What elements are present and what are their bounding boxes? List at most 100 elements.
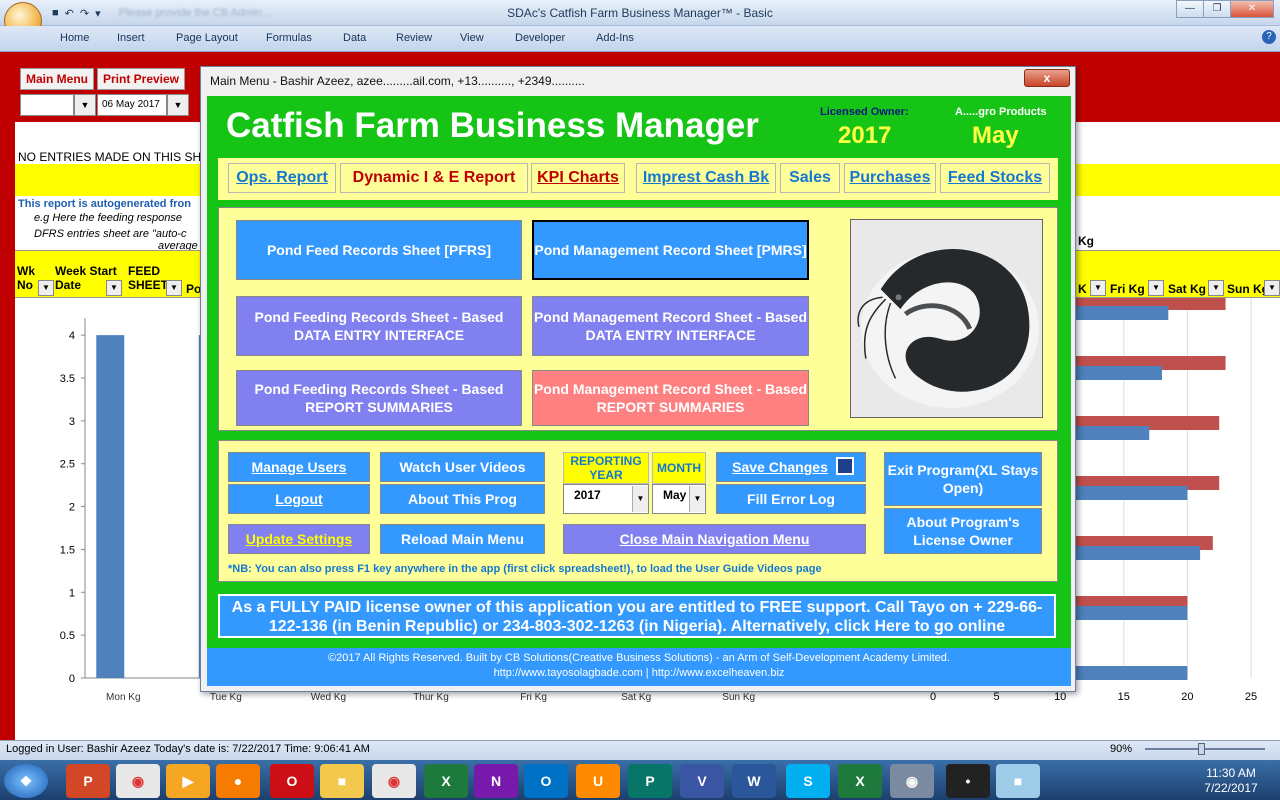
tab-data[interactable]: Data — [343, 32, 366, 44]
explorer-icon[interactable]: ■ — [320, 764, 364, 798]
tab-formulas[interactable]: Formulas — [266, 32, 312, 44]
about-owner-button[interactable]: About Program's License Owner — [884, 508, 1042, 554]
restore-icon[interactable]: ❐ — [1203, 0, 1231, 18]
zoom-level[interactable]: 90% — [1110, 743, 1132, 755]
filter-icon[interactable]: ▼ — [166, 280, 182, 296]
chevron-down-icon[interactable]: ▼ — [74, 94, 96, 116]
license-year: 2017 — [838, 122, 892, 149]
skype-icon[interactable]: S — [786, 764, 830, 798]
date-dropdown[interactable]: 06 May 2017 — [97, 94, 167, 116]
minimize-icon[interactable]: — — [1176, 0, 1204, 18]
header-sat: Sat Kg — [1168, 282, 1207, 296]
start-icon[interactable]: ❖ — [4, 764, 48, 798]
watch-videos-button[interactable]: Watch User Videos — [380, 452, 545, 482]
licensed-owner: A.....gro Products — [955, 106, 1047, 118]
chrome-icon[interactable]: ◉ — [116, 764, 160, 798]
support-banner[interactable]: As a FULLY PAID license owner of this ap… — [218, 594, 1056, 638]
chevron-down-icon[interactable]: ▼ — [632, 486, 648, 512]
zoom-slider[interactable] — [1145, 748, 1265, 750]
customize-qat-icon[interactable]: ▾ — [95, 7, 101, 20]
manage-users-button[interactable]: Manage Users — [228, 452, 370, 482]
autogen-note-3: DFRS entries sheet are "auto-c — [34, 228, 187, 240]
pfrs-data-entry-button[interactable]: Pond Feeding Records Sheet - Based DATA … — [236, 296, 522, 356]
header-sun: Sun Kg — [1227, 282, 1269, 296]
tab-add-ins[interactable]: Add-Ins — [596, 32, 634, 44]
filter-icon[interactable]: ▼ — [1148, 280, 1164, 296]
fill-error-log-button[interactable]: Fill Error Log — [716, 484, 866, 514]
word-icon[interactable]: W — [732, 764, 776, 798]
print-preview-button[interactable]: Print Preview — [97, 68, 185, 90]
close-nav-menu-button[interactable]: Close Main Navigation Menu — [563, 524, 866, 554]
x-tick-label: 20 — [1181, 691, 1193, 703]
x-tick-label: 5 — [994, 691, 1000, 703]
blackberry-icon[interactable]: • — [946, 764, 990, 798]
uc-browser-icon[interactable]: U — [576, 764, 620, 798]
onenote-icon[interactable]: N — [474, 764, 518, 798]
pmrs-report-button[interactable]: Pond Management Record Sheet - Based REP… — [532, 370, 809, 426]
firefox-icon[interactable]: ● — [216, 764, 260, 798]
header-kg: Kg — [1078, 234, 1094, 248]
app-icon[interactable]: ◉ — [890, 764, 934, 798]
filter-icon[interactable]: ▼ — [106, 280, 122, 296]
opera-icon[interactable]: O — [270, 764, 314, 798]
imprest-cash-button[interactable]: Imprest Cash Bk — [636, 163, 776, 193]
pmrs-data-entry-button[interactable]: Pond Management Record Sheet - Based DAT… — [532, 296, 809, 356]
tab-page-layout[interactable]: Page Layout — [176, 32, 238, 44]
chrome-icon[interactable]: ◉ — [372, 764, 416, 798]
excel-icon[interactable]: X — [838, 764, 882, 798]
notes-icon[interactable]: ■ — [996, 764, 1040, 798]
sheet-filter-dropdown[interactable] — [20, 94, 74, 116]
main-menu-button[interactable]: Main Menu — [20, 68, 94, 90]
tab-home[interactable]: Home — [60, 32, 89, 44]
window-close-icon[interactable]: ✕ — [1230, 0, 1274, 18]
feed-stocks-button[interactable]: Feed Stocks — [940, 163, 1050, 193]
sales-button[interactable]: Sales — [780, 163, 840, 193]
autogen-note-2: e.g Here the feeding response — [34, 212, 182, 224]
chevron-down-icon[interactable]: ▼ — [689, 486, 705, 512]
filter-icon[interactable]: ▼ — [1090, 280, 1106, 296]
chevron-down-icon[interactable]: ▼ — [167, 94, 189, 116]
month-label: MONTH — [652, 452, 706, 484]
powerpoint-icon[interactable]: P — [66, 764, 110, 798]
logout-button[interactable]: Logout — [228, 484, 370, 514]
zoom-slider-handle[interactable] — [1198, 743, 1205, 755]
x-tick-label: 25 — [1245, 691, 1257, 703]
header-k: K — [1078, 282, 1087, 296]
undo-icon[interactable]: ↶ — [65, 7, 74, 20]
kpi-charts-button[interactable]: KPI Charts — [531, 163, 625, 193]
update-settings-button[interactable]: Update Settings — [228, 524, 370, 554]
tab-insert[interactable]: Insert — [117, 32, 145, 44]
dynamic-ie-report-button[interactable]: Dynamic I & E Report — [340, 163, 528, 193]
reload-menu-button[interactable]: Reload Main Menu — [380, 524, 545, 554]
outlook-icon[interactable]: O — [524, 764, 568, 798]
media-icon[interactable]: ▶ — [166, 764, 210, 798]
tab-review[interactable]: Review — [396, 32, 432, 44]
x-tick-label: Sun Kg — [722, 692, 755, 703]
website-links[interactable]: http://www.tayosolagbade.com | http://ww… — [207, 666, 1071, 681]
filter-icon[interactable]: ▼ — [1264, 280, 1280, 296]
status-text: Logged in User: Bashir Azeez Today's dat… — [6, 743, 370, 755]
sheet-left-band — [0, 122, 15, 742]
filter-icon[interactable]: ▼ — [1208, 280, 1224, 296]
publisher-icon[interactable]: P — [628, 764, 672, 798]
y-tick-label: 4 — [69, 330, 75, 342]
pfrs-button[interactable]: Pond Feed Records Sheet [PFRS] — [236, 220, 522, 280]
redo-icon[interactable]: ↷ — [80, 7, 89, 20]
dialog-close-button[interactable]: x — [1024, 69, 1070, 87]
pfrs-report-button[interactable]: Pond Feeding Records Sheet - Based REPOR… — [236, 370, 522, 426]
excel-icon[interactable]: X — [424, 764, 468, 798]
help-icon[interactable]: ? — [1262, 30, 1276, 44]
about-prog-button[interactable]: About This Prog — [380, 484, 545, 514]
filter-icon[interactable]: ▼ — [38, 280, 54, 296]
system-clock[interactable]: 11:30 AM 7/22/2017 — [1196, 766, 1266, 796]
x-tick-label: 10 — [1054, 691, 1066, 703]
floppy-disk-icon — [836, 457, 854, 475]
exit-program-button[interactable]: Exit Program(XL Stays Open) — [884, 452, 1042, 506]
save-icon[interactable]: ■ — [52, 7, 59, 19]
ops-report-button[interactable]: Ops. Report — [228, 163, 336, 193]
tab-developer[interactable]: Developer — [515, 32, 565, 44]
tab-view[interactable]: View — [460, 32, 484, 44]
purchases-button[interactable]: Purchases — [844, 163, 936, 193]
visio-icon[interactable]: V — [680, 764, 724, 798]
pmrs-button[interactable]: Pond Management Record Sheet [PMRS] — [532, 220, 809, 280]
